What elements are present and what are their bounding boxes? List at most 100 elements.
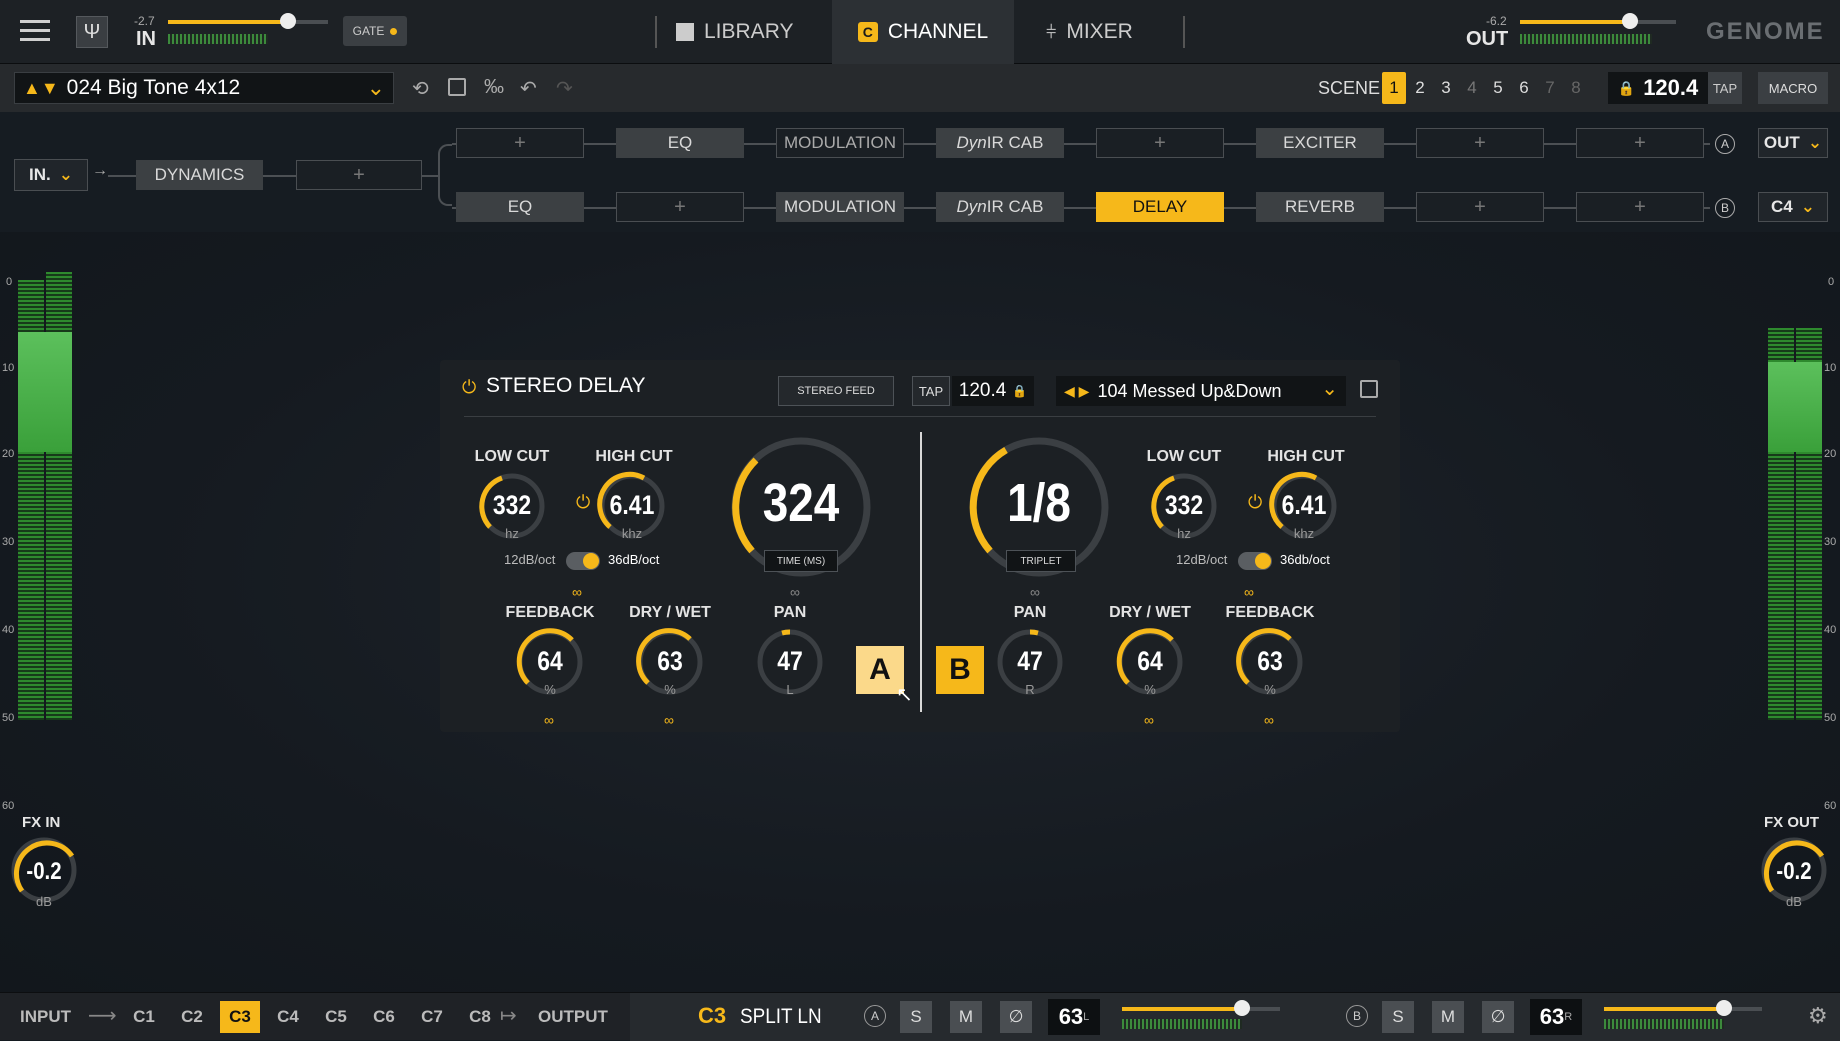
block-dynamics[interactable]: DYNAMICS [136,160,263,190]
link-icon[interactable]: ∞ [1030,584,1040,600]
block-empty[interactable]: + [456,128,584,158]
mute-a-button[interactable]: M [950,1001,982,1033]
time-mode-button[interactable]: TIME (MS) [764,550,838,572]
slope-toggle[interactable] [566,552,600,570]
route-b-icon[interactable]: B [1346,1005,1368,1027]
channel-c1[interactable]: C1 [124,1001,164,1033]
channel-c2[interactable]: C2 [172,1001,212,1033]
save-icon[interactable] [1360,380,1378,398]
out-selector[interactable]: OUT⌄ [1758,128,1828,158]
block-ir-cab-b[interactable]: DynIR CAB [936,192,1064,222]
tab-library[interactable]: LIBRARY [676,0,832,64]
tab-channel[interactable]: C CHANNEL [832,0,1014,64]
scene-2[interactable]: 2 [1408,72,1432,104]
delay-preset-selector[interactable]: ◀ ▶ 104 Messed Up&Down ⌄ [1056,376,1346,406]
tap-button[interactable]: TAP [1708,72,1742,104]
channel-c5[interactable]: C5 [316,1001,356,1033]
block-modulation-a[interactable]: MODULATION [776,128,904,158]
high-cut-b-unit: khz [1268,526,1340,541]
input-selector[interactable]: IN.⌄ [14,159,88,191]
scene-6[interactable]: 6 [1512,72,1536,104]
scene-7[interactable]: 7 [1538,72,1562,104]
channel-c8[interactable]: C8 [460,1001,500,1033]
link-icon[interactable]: ∞ [1144,712,1154,728]
history-icon[interactable]: ⟲ [412,76,429,101]
link-icon[interactable]: ∞ [544,712,554,728]
stereo-feed-button[interactable]: STEREO FEED [778,376,894,406]
block-empty[interactable]: + [1416,128,1544,158]
scene-3[interactable]: 3 [1434,72,1458,104]
channel-c4[interactable]: C4 [268,1001,308,1033]
slope-b-b-label: 36db/oct [1280,552,1330,567]
route-a-icon[interactable]: A [1715,134,1735,154]
input-level-slider[interactable] [168,20,328,24]
channel-c6[interactable]: C6 [364,1001,404,1033]
channel-c3[interactable]: C3 [220,1001,260,1033]
output-nav[interactable]: OUTPUT [538,1007,608,1027]
delay-tempo[interactable]: 120.4🔒 [952,376,1034,406]
brand-logo: GENOME [1706,18,1825,46]
bottom-bar: INPUT ⟶ C1 C2 C3 C4 C5 C6 C7 C8 ↦ OUTPUT… [0,992,1840,1040]
block-empty[interactable]: + [1416,192,1544,222]
compare-icon[interactable]: ‰ [484,76,504,99]
chevron-down-icon[interactable]: ⌄ [367,75,385,101]
block-empty[interactable]: + [1096,128,1224,158]
undo-icon[interactable]: ↶ [520,76,537,101]
tempo-display[interactable]: 🔒 120.4 [1608,72,1708,104]
output-level-slider[interactable] [1520,20,1676,24]
gear-icon[interactable]: ⚙ [1808,1003,1828,1029]
delay-tap-button[interactable]: TAP [912,376,950,406]
scene-1[interactable]: 1 [1382,72,1406,104]
link-icon[interactable]: ∞ [1264,712,1274,728]
block-modulation-b[interactable]: MODULATION [776,192,904,222]
block-reverb[interactable]: REVERB [1256,192,1384,222]
block-eq-a[interactable]: EQ [616,128,744,158]
link-icon[interactable]: ∞ [1244,584,1254,600]
tab-mixer[interactable]: ⫩ MIXER [1046,0,1186,64]
block-ir-cab-a[interactable]: DynIR CAB [936,128,1064,158]
scene-5[interactable]: 5 [1486,72,1510,104]
block-empty[interactable]: + [296,160,422,190]
redo-icon[interactable]: ↷ [556,76,573,101]
phase-b-icon[interactable]: ∅ [1482,1001,1514,1033]
power-icon[interactable]: ⏻ [462,377,476,398]
slope-toggle-b[interactable] [1238,552,1272,570]
triplet-button[interactable]: TRIPLET [1006,550,1076,572]
block-exciter[interactable]: EXCITER [1256,128,1384,158]
solo-a-button[interactable]: S [900,1001,932,1033]
level-a-display[interactable]: 63L [1048,999,1100,1035]
chevron-down-icon[interactable]: ⌄ [1321,376,1338,401]
c4-selector[interactable]: C4⌄ [1758,192,1828,222]
preset-nav-icon[interactable]: ▲▼ [23,78,59,99]
route-b-icon[interactable]: B [1715,198,1735,218]
block-empty[interactable]: + [1576,128,1704,158]
solo-b-button[interactable]: S [1382,1001,1414,1033]
cut-power-icon[interactable]: ⏻ [576,492,590,513]
macro-button[interactable]: MACRO [1758,72,1828,104]
save-icon[interactable] [448,78,466,96]
preset-selector[interactable]: ▲▼ 024 Big Tone 4x12 ⌄ [14,72,394,104]
level-b-slider[interactable] [1604,1007,1762,1011]
tuner-icon[interactable]: Ψ [76,16,108,48]
channel-c7[interactable]: C7 [412,1001,452,1033]
link-icon[interactable]: ∞ [790,584,800,600]
scene-4[interactable]: 4 [1460,72,1484,104]
block-eq-b[interactable]: EQ [456,192,584,222]
channel-b-badge[interactable]: B [936,646,984,694]
scene-8[interactable]: 8 [1564,72,1588,104]
block-empty[interactable]: + [1576,192,1704,222]
route-a-icon[interactable]: A [864,1005,886,1027]
level-a-slider[interactable] [1122,1007,1280,1011]
input-nav[interactable]: INPUT [20,1007,71,1027]
preset-prev-next-icon[interactable]: ◀ ▶ [1064,383,1089,400]
link-icon[interactable]: ∞ [664,712,674,728]
level-b-display[interactable]: 63R [1530,999,1582,1035]
gate-button[interactable]: GATE [343,16,407,46]
mute-b-button[interactable]: M [1432,1001,1464,1033]
cut-power-icon[interactable]: ⏻ [1248,492,1262,513]
phase-a-icon[interactable]: ∅ [1000,1001,1032,1033]
block-empty[interactable]: + [616,192,744,222]
block-delay[interactable]: DELAY [1096,192,1224,222]
menu-icon[interactable] [20,20,50,42]
link-icon[interactable]: ∞ [572,584,582,600]
